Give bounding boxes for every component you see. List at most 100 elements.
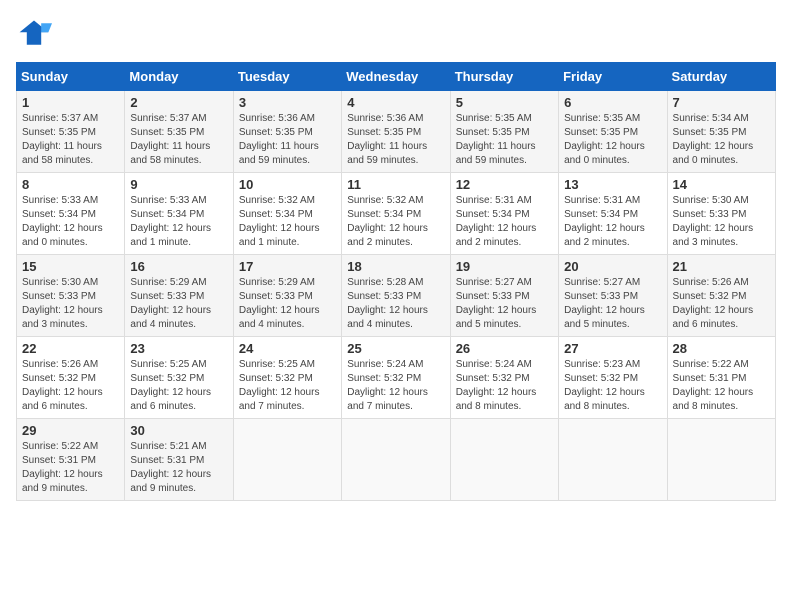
calendar-table: SundayMondayTuesdayWednesdayThursdayFrid… xyxy=(16,62,776,501)
day-number: 8 xyxy=(22,177,119,192)
day-number: 29 xyxy=(22,423,119,438)
calendar-cell xyxy=(450,419,558,501)
day-number: 16 xyxy=(130,259,227,274)
day-number: 26 xyxy=(456,341,553,356)
day-info: Sunrise: 5:24 AM Sunset: 5:32 PM Dayligh… xyxy=(456,358,553,414)
day-info: Sunrise: 5:29 AM Sunset: 5:33 PM Dayligh… xyxy=(130,276,227,332)
day-info: Sunrise: 5:27 AM Sunset: 5:33 PM Dayligh… xyxy=(564,276,661,332)
day-number: 12 xyxy=(456,177,553,192)
day-number: 22 xyxy=(22,341,119,356)
day-info: Sunrise: 5:31 AM Sunset: 5:34 PM Dayligh… xyxy=(456,194,553,250)
day-info: Sunrise: 5:25 AM Sunset: 5:32 PM Dayligh… xyxy=(239,358,336,414)
day-info: Sunrise: 5:24 AM Sunset: 5:32 PM Dayligh… xyxy=(347,358,444,414)
day-number: 5 xyxy=(456,95,553,110)
calendar-cell: 28Sunrise: 5:22 AM Sunset: 5:31 PM Dayli… xyxy=(667,337,775,419)
calendar-cell: 15Sunrise: 5:30 AM Sunset: 5:33 PM Dayli… xyxy=(17,255,125,337)
calendar-header: SundayMondayTuesdayWednesdayThursdayFrid… xyxy=(17,63,776,91)
weekday-header-friday: Friday xyxy=(559,63,667,91)
day-number: 23 xyxy=(130,341,227,356)
day-number: 24 xyxy=(239,341,336,356)
weekday-header-thursday: Thursday xyxy=(450,63,558,91)
calendar-cell: 20 Sunrise: 5:27 AM Sunset: 5:33 PM Dayli… xyxy=(559,255,667,337)
calendar-week-4: 22 Sunrise: 5:26 AM Sunset: 5:32 PM Dayli… xyxy=(17,337,776,419)
day-number: 4 xyxy=(347,95,444,110)
day-info: Sunrise: 5:33 AM Sunset: 5:34 PM Dayligh… xyxy=(22,194,119,250)
calendar-cell xyxy=(233,419,341,501)
day-info: Sunrise: 5:36 AM Sunset: 5:35 PM Dayligh… xyxy=(347,112,444,168)
weekday-header-sunday: Sunday xyxy=(17,63,125,91)
day-number: 21 xyxy=(673,259,770,274)
calendar-cell: 3 Sunrise: 5:36 AM Sunset: 5:35 PM Daylig… xyxy=(233,91,341,173)
day-info: Sunrise: 5:37 AM Sunset: 5:35 PM Dayligh… xyxy=(130,112,227,168)
calendar-week-1: 1 Sunrise: 5:37 AM Sunset: 5:35 PM Daylig… xyxy=(17,91,776,173)
day-number: 27 xyxy=(564,341,661,356)
day-info: Sunrise: 5:26 AM Sunset: 5:32 PM Dayligh… xyxy=(22,358,119,414)
day-info: Sunrise: 5:22 AM Sunset: 5:31 PM Dayligh… xyxy=(22,440,119,496)
day-number: 25 xyxy=(347,341,444,356)
calendar-cell: 14Sunrise: 5:30 AM Sunset: 5:33 PM Dayli… xyxy=(667,173,775,255)
calendar-cell: 12 Sunrise: 5:31 AM Sunset: 5:34 PM Dayli… xyxy=(450,173,558,255)
calendar-body: 1 Sunrise: 5:37 AM Sunset: 5:35 PM Daylig… xyxy=(17,91,776,501)
day-info: Sunrise: 5:25 AM Sunset: 5:32 PM Dayligh… xyxy=(130,358,227,414)
day-number: 18 xyxy=(347,259,444,274)
day-number: 13 xyxy=(564,177,661,192)
day-info: Sunrise: 5:32 AM Sunset: 5:34 PM Dayligh… xyxy=(239,194,336,250)
day-number: 15 xyxy=(22,259,119,274)
day-number: 17 xyxy=(239,259,336,274)
calendar-cell xyxy=(342,419,450,501)
day-number: 7 xyxy=(673,95,770,110)
day-info: Sunrise: 5:27 AM Sunset: 5:33 PM Dayligh… xyxy=(456,276,553,332)
day-info: Sunrise: 5:36 AM Sunset: 5:35 PM Dayligh… xyxy=(239,112,336,168)
day-info: Sunrise: 5:32 AM Sunset: 5:34 PM Dayligh… xyxy=(347,194,444,250)
calendar-cell: 8 Sunrise: 5:33 AM Sunset: 5:34 PM Daylig… xyxy=(17,173,125,255)
calendar-cell: 11 Sunrise: 5:32 AM Sunset: 5:34 PM Dayli… xyxy=(342,173,450,255)
calendar-cell xyxy=(559,419,667,501)
day-number: 6 xyxy=(564,95,661,110)
weekday-header-tuesday: Tuesday xyxy=(233,63,341,91)
day-info: Sunrise: 5:22 AM Sunset: 5:31 PM Dayligh… xyxy=(673,358,770,414)
calendar-cell: 25 Sunrise: 5:24 AM Sunset: 5:32 PM Dayli… xyxy=(342,337,450,419)
day-info: Sunrise: 5:30 AM Sunset: 5:33 PM Dayligh… xyxy=(673,194,770,250)
day-info: Sunrise: 5:35 AM Sunset: 5:35 PM Dayligh… xyxy=(456,112,553,168)
day-number: 1 xyxy=(22,95,119,110)
calendar-cell: 16 Sunrise: 5:29 AM Sunset: 5:33 PM Dayli… xyxy=(125,255,233,337)
calendar-cell: 26 Sunrise: 5:24 AM Sunset: 5:32 PM Dayli… xyxy=(450,337,558,419)
calendar-cell: 4 Sunrise: 5:36 AM Sunset: 5:35 PM Daylig… xyxy=(342,91,450,173)
calendar-cell: 6Sunrise: 5:35 AM Sunset: 5:35 PM Daylig… xyxy=(559,91,667,173)
calendar-week-2: 8 Sunrise: 5:33 AM Sunset: 5:34 PM Daylig… xyxy=(17,173,776,255)
calendar-cell: 10 Sunrise: 5:32 AM Sunset: 5:34 PM Dayli… xyxy=(233,173,341,255)
day-info: Sunrise: 5:23 AM Sunset: 5:32 PM Dayligh… xyxy=(564,358,661,414)
day-number: 2 xyxy=(130,95,227,110)
calendar-cell xyxy=(667,419,775,501)
calendar-cell: 2 Sunrise: 5:37 AM Sunset: 5:35 PM Daylig… xyxy=(125,91,233,173)
day-number: 19 xyxy=(456,259,553,274)
calendar-cell: 21 Sunrise: 5:26 AM Sunset: 5:32 PM Dayli… xyxy=(667,255,775,337)
weekday-header-row: SundayMondayTuesdayWednesdayThursdayFrid… xyxy=(17,63,776,91)
calendar-cell: 9Sunrise: 5:33 AM Sunset: 5:34 PM Daylig… xyxy=(125,173,233,255)
calendar-cell: 18Sunrise: 5:28 AM Sunset: 5:33 PM Dayli… xyxy=(342,255,450,337)
day-number: 20 xyxy=(564,259,661,274)
weekday-header-saturday: Saturday xyxy=(667,63,775,91)
calendar-cell: 24 Sunrise: 5:25 AM Sunset: 5:32 PM Dayli… xyxy=(233,337,341,419)
calendar-week-3: 15Sunrise: 5:30 AM Sunset: 5:33 PM Dayli… xyxy=(17,255,776,337)
day-info: Sunrise: 5:31 AM Sunset: 5:34 PM Dayligh… xyxy=(564,194,661,250)
day-info: Sunrise: 5:29 AM Sunset: 5:33 PM Dayligh… xyxy=(239,276,336,332)
day-number: 11 xyxy=(347,177,444,192)
calendar-week-5: 29 Sunrise: 5:22 AM Sunset: 5:31 PM Dayli… xyxy=(17,419,776,501)
weekday-header-wednesday: Wednesday xyxy=(342,63,450,91)
logo xyxy=(16,16,56,52)
day-info: Sunrise: 5:21 AM Sunset: 5:31 PM Dayligh… xyxy=(130,440,227,496)
day-number: 10 xyxy=(239,177,336,192)
calendar-cell: 13 Sunrise: 5:31 AM Sunset: 5:34 PM Dayli… xyxy=(559,173,667,255)
day-info: Sunrise: 5:26 AM Sunset: 5:32 PM Dayligh… xyxy=(673,276,770,332)
calendar-cell: 1Sunrise: 5:37 AM Sunset: 5:35 PM Daylig… xyxy=(17,91,125,173)
calendar-cell: 5 Sunrise: 5:35 AM Sunset: 5:35 PM Daylig… xyxy=(450,91,558,173)
day-number: 3 xyxy=(239,95,336,110)
day-info: Sunrise: 5:34 AM Sunset: 5:35 PM Dayligh… xyxy=(673,112,770,168)
day-number: 30 xyxy=(130,423,227,438)
calendar-cell: 29 Sunrise: 5:22 AM Sunset: 5:31 PM Dayli… xyxy=(17,419,125,501)
day-number: 9 xyxy=(130,177,227,192)
calendar-cell: 7 Sunrise: 5:34 AM Sunset: 5:35 PM Daylig… xyxy=(667,91,775,173)
calendar-cell: 17 Sunrise: 5:29 AM Sunset: 5:33 PM Dayli… xyxy=(233,255,341,337)
calendar-cell: 19 Sunrise: 5:27 AM Sunset: 5:33 PM Dayli… xyxy=(450,255,558,337)
